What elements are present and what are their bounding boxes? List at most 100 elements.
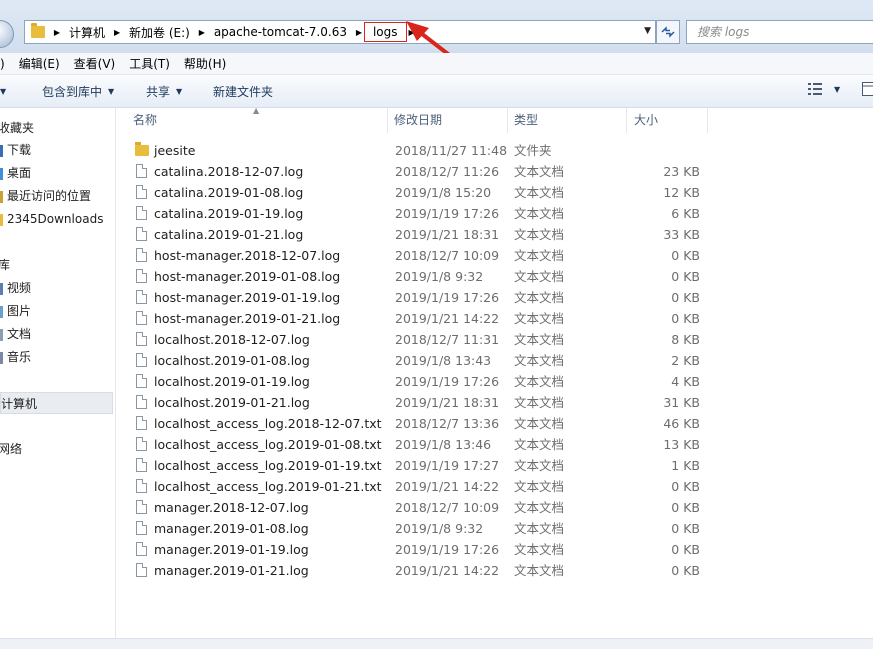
file-date: 2018/12/7 11:26 [395,161,499,182]
table-row[interactable]: host-manager.2018-12-07.log2018/12/7 10:… [116,245,873,266]
table-row[interactable]: localhost_access_log.2018-12-07.txt2018/… [116,413,873,434]
sidebar-item-videos[interactable]: 视频 [0,277,31,299]
file-size: 0 KB [616,539,700,560]
sidebar-item-2345downloads[interactable]: 2345Downloads [0,208,103,230]
table-row[interactable]: host-manager.2019-01-08.log2019/1/8 9:32… [116,266,873,287]
table-row[interactable]: localhost.2019-01-19.log2019/1/19 17:26文… [116,371,873,392]
table-row[interactable]: catalina.2019-01-19.log2019/1/19 17:26文本… [116,203,873,224]
chevron-right-icon[interactable]: ▶ [194,28,210,37]
table-row[interactable]: localhost_access_log.2019-01-19.txt2019/… [116,455,873,476]
table-row[interactable]: localhost.2018-12-07.log2018/12/7 11:31文… [116,329,873,350]
column-header-date[interactable]: 修改日期 [394,108,442,133]
menu-item-edit[interactable]: 编辑(E) [12,55,67,72]
file-size: 13 KB [616,434,700,455]
chevron-right-icon[interactable]: ▶ [49,28,65,37]
share-button[interactable]: 共享 ▼ [146,83,182,100]
file-name: catalina.2019-01-08.log [154,182,303,203]
table-row[interactable]: host-manager.2019-01-19.log2019/1/19 17:… [116,287,873,308]
breadcrumb-drive[interactable]: 新加卷 (E:) [125,24,194,41]
search-input[interactable]: 搜索 logs [686,20,873,44]
address-bar[interactable]: ▶ 计算机 ▶ 新加卷 (E:) ▶ apache-tomcat-7.0.63 … [24,20,656,44]
column-divider[interactable] [626,108,627,133]
file-size: 6 KB [616,203,700,224]
sidebar-item-documents[interactable]: 文档 [0,323,31,345]
sidebar-item-label: 下载 [7,143,31,157]
view-dropdown-icon[interactable]: ▼ [834,85,840,94]
breadcrumb-computer[interactable]: 计算机 [65,24,109,41]
chevron-right-icon[interactable]: ▶ [351,28,367,37]
table-row[interactable]: catalina.2019-01-08.log2019/1/8 15:20文本文… [116,182,873,203]
file-type: 文本文档 [514,434,564,455]
column-divider[interactable] [387,108,388,133]
sidebar-item-label: 文档 [7,327,31,341]
table-row[interactable]: manager.2019-01-21.log2019/1/21 14:22文本文… [116,560,873,581]
table-row[interactable]: localhost.2019-01-08.log2019/1/8 13:43文本… [116,350,873,371]
file-name: manager.2019-01-08.log [154,518,309,539]
sidebar-item-downloads[interactable]: 下载 [0,139,31,161]
desktop-icon [0,168,3,180]
sidebar-item-pictures[interactable]: 图片 [0,300,31,322]
table-row[interactable]: localhost_access_log.2019-01-21.txt2019/… [116,476,873,497]
preview-pane-button[interactable] [862,82,873,99]
file-size: 0 KB [616,497,700,518]
file-type: 文本文档 [514,497,564,518]
file-name: localhost.2019-01-08.log [154,350,310,371]
file-date: 2019/1/8 13:46 [395,434,491,455]
text-file-icon [136,185,147,199]
table-row[interactable]: localhost.2019-01-21.log2019/1/21 18:31文… [116,392,873,413]
file-name: manager.2018-12-07.log [154,497,309,518]
view-options-button[interactable] [808,82,824,99]
refresh-button[interactable] [656,20,680,44]
file-type: 文本文档 [514,287,564,308]
menu-item-file-tail[interactable]: ) [0,57,12,71]
sidebar-libraries[interactable]: 库 [0,254,10,276]
table-row[interactable]: jeesite2018/11/27 11:48文件夹 [116,140,873,161]
include-library-button[interactable]: 包含到库中 ▼ [42,83,114,100]
table-row[interactable]: catalina.2019-01-21.log2019/1/21 18:31文本… [116,224,873,245]
file-size: 8 KB [616,329,700,350]
sidebar-item-recent[interactable]: 最近访问的位置 [0,185,91,207]
table-row[interactable]: host-manager.2019-01-21.log2019/1/21 14:… [116,308,873,329]
column-header-name[interactable]: 名称 [133,108,157,133]
documents-icon [0,329,3,341]
column-divider[interactable] [507,108,508,133]
file-name: localhost.2019-01-21.log [154,392,310,413]
text-file-icon [136,353,147,367]
sidebar-item-label: 音乐 [7,350,31,364]
forward-button[interactable] [0,20,14,48]
file-type: 文本文档 [514,308,564,329]
file-size: 0 KB [616,518,700,539]
menu-item-tools[interactable]: 工具(T) [122,55,177,72]
toolbar-caret[interactable]: ▼ [0,87,6,96]
table-row[interactable]: manager.2019-01-19.log2019/1/19 17:26文本文… [116,539,873,560]
column-header-size[interactable]: 大小 [634,108,658,133]
address-dropdown-icon[interactable]: ▼ [644,26,651,36]
menu-item-help[interactable]: 帮助(H) [177,55,233,72]
table-row[interactable]: manager.2018-12-07.log2018/12/7 10:09文本文… [116,497,873,518]
new-folder-button[interactable]: 新建文件夹 [213,83,273,100]
file-size: 46 KB [616,413,700,434]
file-name: localhost_access_log.2019-01-19.txt [154,455,382,476]
table-row[interactable]: catalina.2018-12-07.log2018/12/7 11:26文本… [116,161,873,182]
column-divider[interactable] [707,108,708,133]
menu-item-view[interactable]: 查看(V) [67,55,123,72]
file-name: localhost_access_log.2019-01-21.txt [154,476,382,497]
sidebar-favorites[interactable]: 收藏夹 [0,117,34,139]
chevron-right-icon[interactable]: ▶ [109,28,125,37]
file-size: 31 KB [616,392,700,413]
folder-icon [31,26,45,38]
sidebar-item-music[interactable]: 音乐 [0,346,31,368]
file-type: 文本文档 [514,182,564,203]
text-file-icon [136,458,147,472]
file-name: localhost.2019-01-19.log [154,371,310,392]
breadcrumb-tomcat[interactable]: apache-tomcat-7.0.63 [210,25,351,39]
table-row[interactable]: manager.2019-01-08.log2019/1/8 9:32文本文档0… [116,518,873,539]
column-header-type[interactable]: 类型 [514,108,538,133]
sidebar-item-network[interactable]: 网络 [0,438,22,460]
music-icon [0,352,3,364]
sidebar-item-desktop[interactable]: 桌面 [0,162,31,184]
file-name: jeesite [154,140,195,161]
table-row[interactable]: localhost_access_log.2019-01-08.txt2019/… [116,434,873,455]
pictures-icon [0,306,3,318]
sidebar-item-computer[interactable]: 计算机 [0,392,113,414]
